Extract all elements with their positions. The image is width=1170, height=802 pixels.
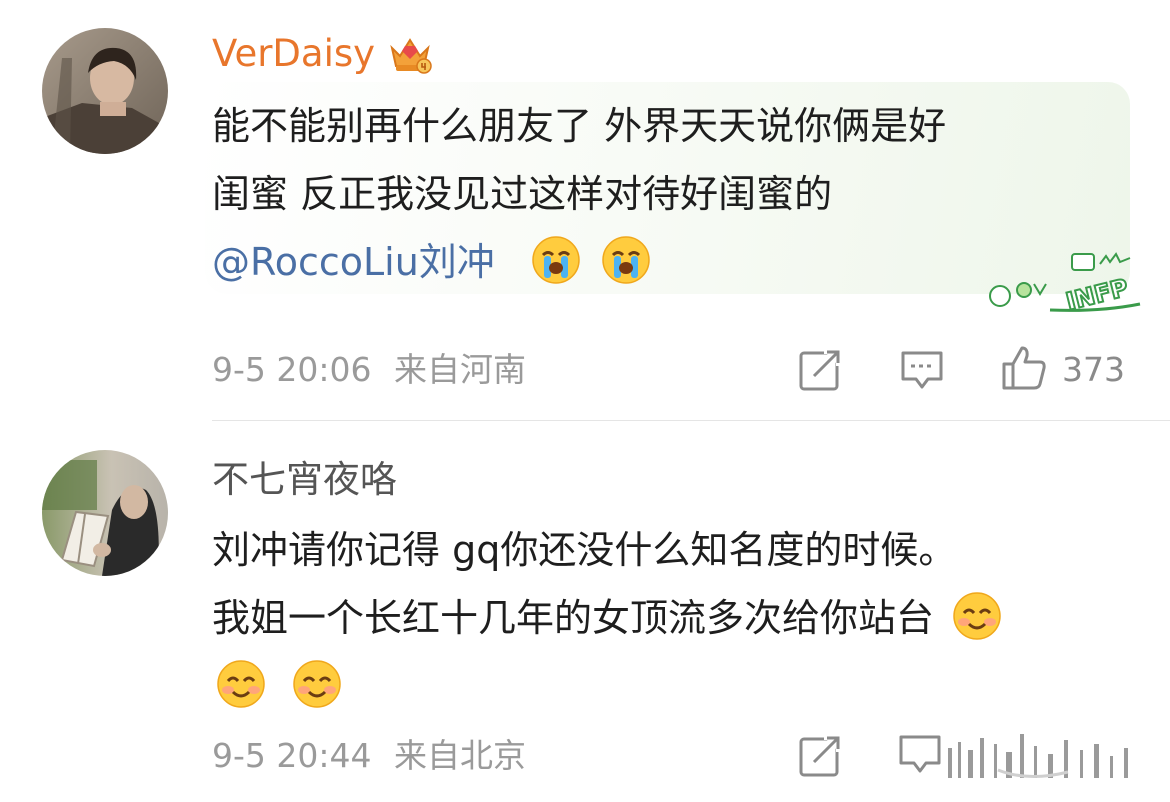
comment-divider [212, 420, 1170, 421]
avatar[interactable] [42, 450, 168, 576]
avatar[interactable] [42, 28, 168, 154]
crown-vip-badge-icon [388, 32, 432, 76]
comment-location: 来自河南 [394, 350, 526, 389]
like-count: 373 [1062, 350, 1125, 389]
comment-text: 能不能别再什么朋友了 外界天天说你俩是好 闺蜜 反正我没见过这样对待好闺蜜的 @… [212, 92, 946, 296]
comment-text-line: 刘冲请你记得 gq你还没什么知名度的时候。 [212, 528, 957, 572]
smiling-face-emoji [952, 591, 1002, 641]
comment-text-segment: 我姐一个长红十几年的女顶流多次给你站台 [212, 596, 935, 640]
comment-location: 来自北京 [394, 736, 526, 775]
watermark-icon [898, 730, 1168, 786]
repost-icon[interactable] [798, 348, 842, 392]
comment-time: 9-5 20:06 [212, 350, 372, 389]
smiling-face-emoji [216, 659, 266, 709]
infp-personality-badge: INFP [980, 248, 1150, 318]
username[interactable]: 不七宵夜咯 [212, 458, 397, 502]
comment-text-line: 能不能别再什么朋友了 外界天天说你俩是好 [212, 104, 947, 148]
comment-text-line [212, 652, 1002, 720]
repost-icon[interactable] [798, 734, 842, 778]
comment-time: 9-5 20:44 [212, 736, 372, 775]
crying-face-emoji [531, 235, 581, 285]
smiling-face-emoji [292, 659, 342, 709]
comment-text: 刘冲请你记得 gq你还没什么知名度的时候。 我姐一个长红十几年的女顶流多次给你站… [212, 516, 1002, 720]
comment-text-line: 我姐一个长红十几年的女顶流多次给你站台 [212, 584, 1002, 652]
comment-timestamp: 9-5 20:44 来自北京 [212, 736, 526, 776]
username[interactable]: VerDaisy [212, 32, 375, 76]
comment-text-line: 闺蜜 反正我没见过这样对待好闺蜜的 [212, 172, 833, 216]
crying-face-emoji [601, 235, 651, 285]
comment-timestamp: 9-5 20:06 来自河南 [212, 350, 526, 390]
comment-text-line: @RoccoLiu刘冲 [212, 228, 946, 296]
reply-icon[interactable] [900, 348, 944, 392]
like-icon[interactable] [1000, 344, 1048, 392]
mention-link[interactable]: @RoccoLiu刘冲 [212, 240, 495, 284]
